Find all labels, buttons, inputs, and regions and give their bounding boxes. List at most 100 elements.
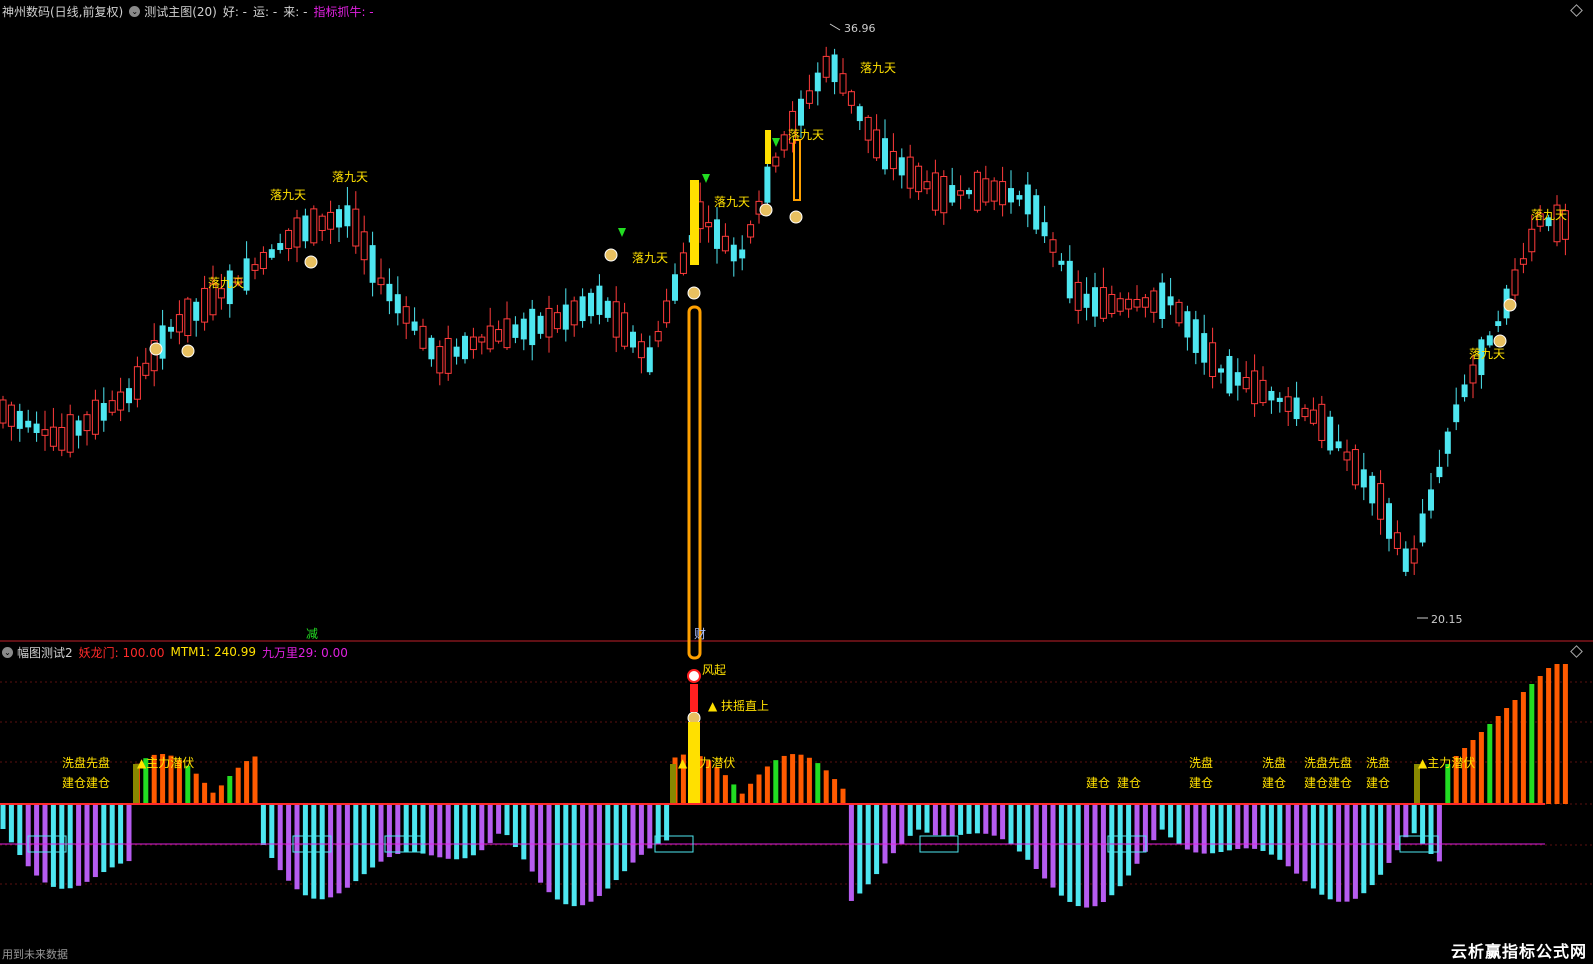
sub-header: ⌄ 幅图测试2 妖龙门: 100.00 MTM1: 240.99 九万里29: … [2,643,1593,661]
hist-bar-positive [1520,692,1526,804]
hist-bar-negative [1210,804,1216,854]
hist-bar-negative [571,804,577,907]
candle-down [512,324,519,338]
candle-up [873,129,881,159]
candle-up [1511,269,1519,296]
zhuli-label: ▲主力潜伏 [678,756,735,770]
chevron-down-icon[interactable]: ⌄ [129,5,141,17]
candle-down [75,420,82,436]
hist-bar-negative [302,804,308,896]
olive-bar [670,764,676,804]
candle-up [1259,379,1267,404]
candle-up [117,391,125,411]
candle-down [966,189,972,195]
money-bag-icon [149,342,163,356]
hist-bar-negative [1134,804,1140,864]
olive-bar [1414,764,1420,804]
candle-down [1436,466,1443,478]
hist-bar-negative [76,804,82,886]
hist-bar-negative [1302,804,1308,882]
hist-bar-negative [1361,804,1367,894]
luojiutian-label: 落九天 [1469,347,1505,361]
fengqi-label: 风起 [702,663,726,677]
xipan-label: 洗盘 [1189,755,1213,770]
candle-up [1469,364,1477,384]
hist-bar-negative [1117,804,1123,887]
candle-up [1528,228,1536,253]
hist-bar-negative [655,804,661,844]
candle-down [1008,188,1014,203]
candle-down [1486,335,1493,346]
hist-bar-positive [244,761,250,804]
chevron-down-icon[interactable]: ⌄ [2,646,13,658]
mtm1-value: MTM1: 240.99 [170,645,257,659]
candle-up [436,346,444,374]
candle-down [1453,404,1460,423]
candle-up [839,73,847,94]
candle-up [1351,449,1359,486]
candle-down [1033,195,1040,230]
stock-title[interactable]: 神州数码(日线,前复权) [2,3,123,20]
hist-bar-negative [1436,804,1442,862]
candle-down [33,423,40,433]
hist-bar-negative [496,804,502,834]
main-indicator-name[interactable]: 测试主图(20) [144,3,217,20]
main-header: 神州数码(日线,前复权) ⌄ 测试主图(20) 好: - 运: - 来: - 指… [2,2,1593,20]
kline-chart[interactable]: 36.9620.15落九天落九天落九天落九天落九天落九天落九天落九天落九天减 财风… [0,0,1593,964]
candle-up [1150,290,1158,313]
hist-bar-negative [1243,804,1249,849]
candle-up [478,336,486,343]
hist-bar-negative [874,804,880,875]
candle-down [1041,222,1048,237]
jiancang-label: 建仓 [1189,776,1213,790]
candle-down [882,138,888,170]
hist-bar-negative [983,804,989,834]
candle-down [814,72,821,92]
hist-bar-negative [1109,804,1115,896]
candle-down [1234,372,1241,386]
candle-up [915,165,923,193]
hist-bar-negative [361,804,367,875]
hist-bar-positive [210,792,216,804]
luojiutian-label: 落九天 [1531,208,1567,222]
candle-down [336,209,342,228]
hist-bar-negative [428,804,434,856]
candle-up [469,336,477,351]
hist-bar-positive [252,756,258,804]
xipan-label: 洗盘 [1366,755,1390,770]
hist-bar-negative [126,804,132,862]
hist-bar-negative [1058,804,1064,896]
hist-bar-positive [773,760,779,804]
candle-down [537,315,544,334]
candle-up [545,307,553,338]
candle-up [175,314,183,333]
hist-bar-negative [269,804,275,858]
candle-down [1083,293,1090,308]
hist-bar-negative [1184,804,1190,850]
candle-up [402,306,410,324]
hist-bar-negative [1252,804,1258,849]
candle-down [604,300,611,318]
jiancang-label: 建仓 [1262,776,1286,790]
candle-up [990,180,998,202]
hist-bar-negative [67,804,73,889]
hist-bar-positive [227,775,233,804]
hist-bar-negative [1235,804,1241,849]
hist-bar-negative [1378,804,1384,875]
sub-indicator-name[interactable]: 幅图测试2 [17,644,73,661]
signal-capsule [687,305,702,660]
candle-up [495,329,503,342]
hist-bar-positive [1495,716,1501,804]
hist-bar-negative [412,804,418,853]
hist-bar-negative [487,804,493,843]
candle-up [327,211,335,230]
hist-bar-negative [479,804,485,851]
hist-bar-negative [529,804,535,872]
jiancang-label: 建仓 [1366,776,1390,790]
candle-up [931,172,939,211]
candle-up [293,217,301,248]
hist-bar-negative [1050,804,1056,888]
luojiutian-label: 落九天 [632,251,668,265]
candle-up [780,134,788,151]
candle-down [949,185,956,203]
